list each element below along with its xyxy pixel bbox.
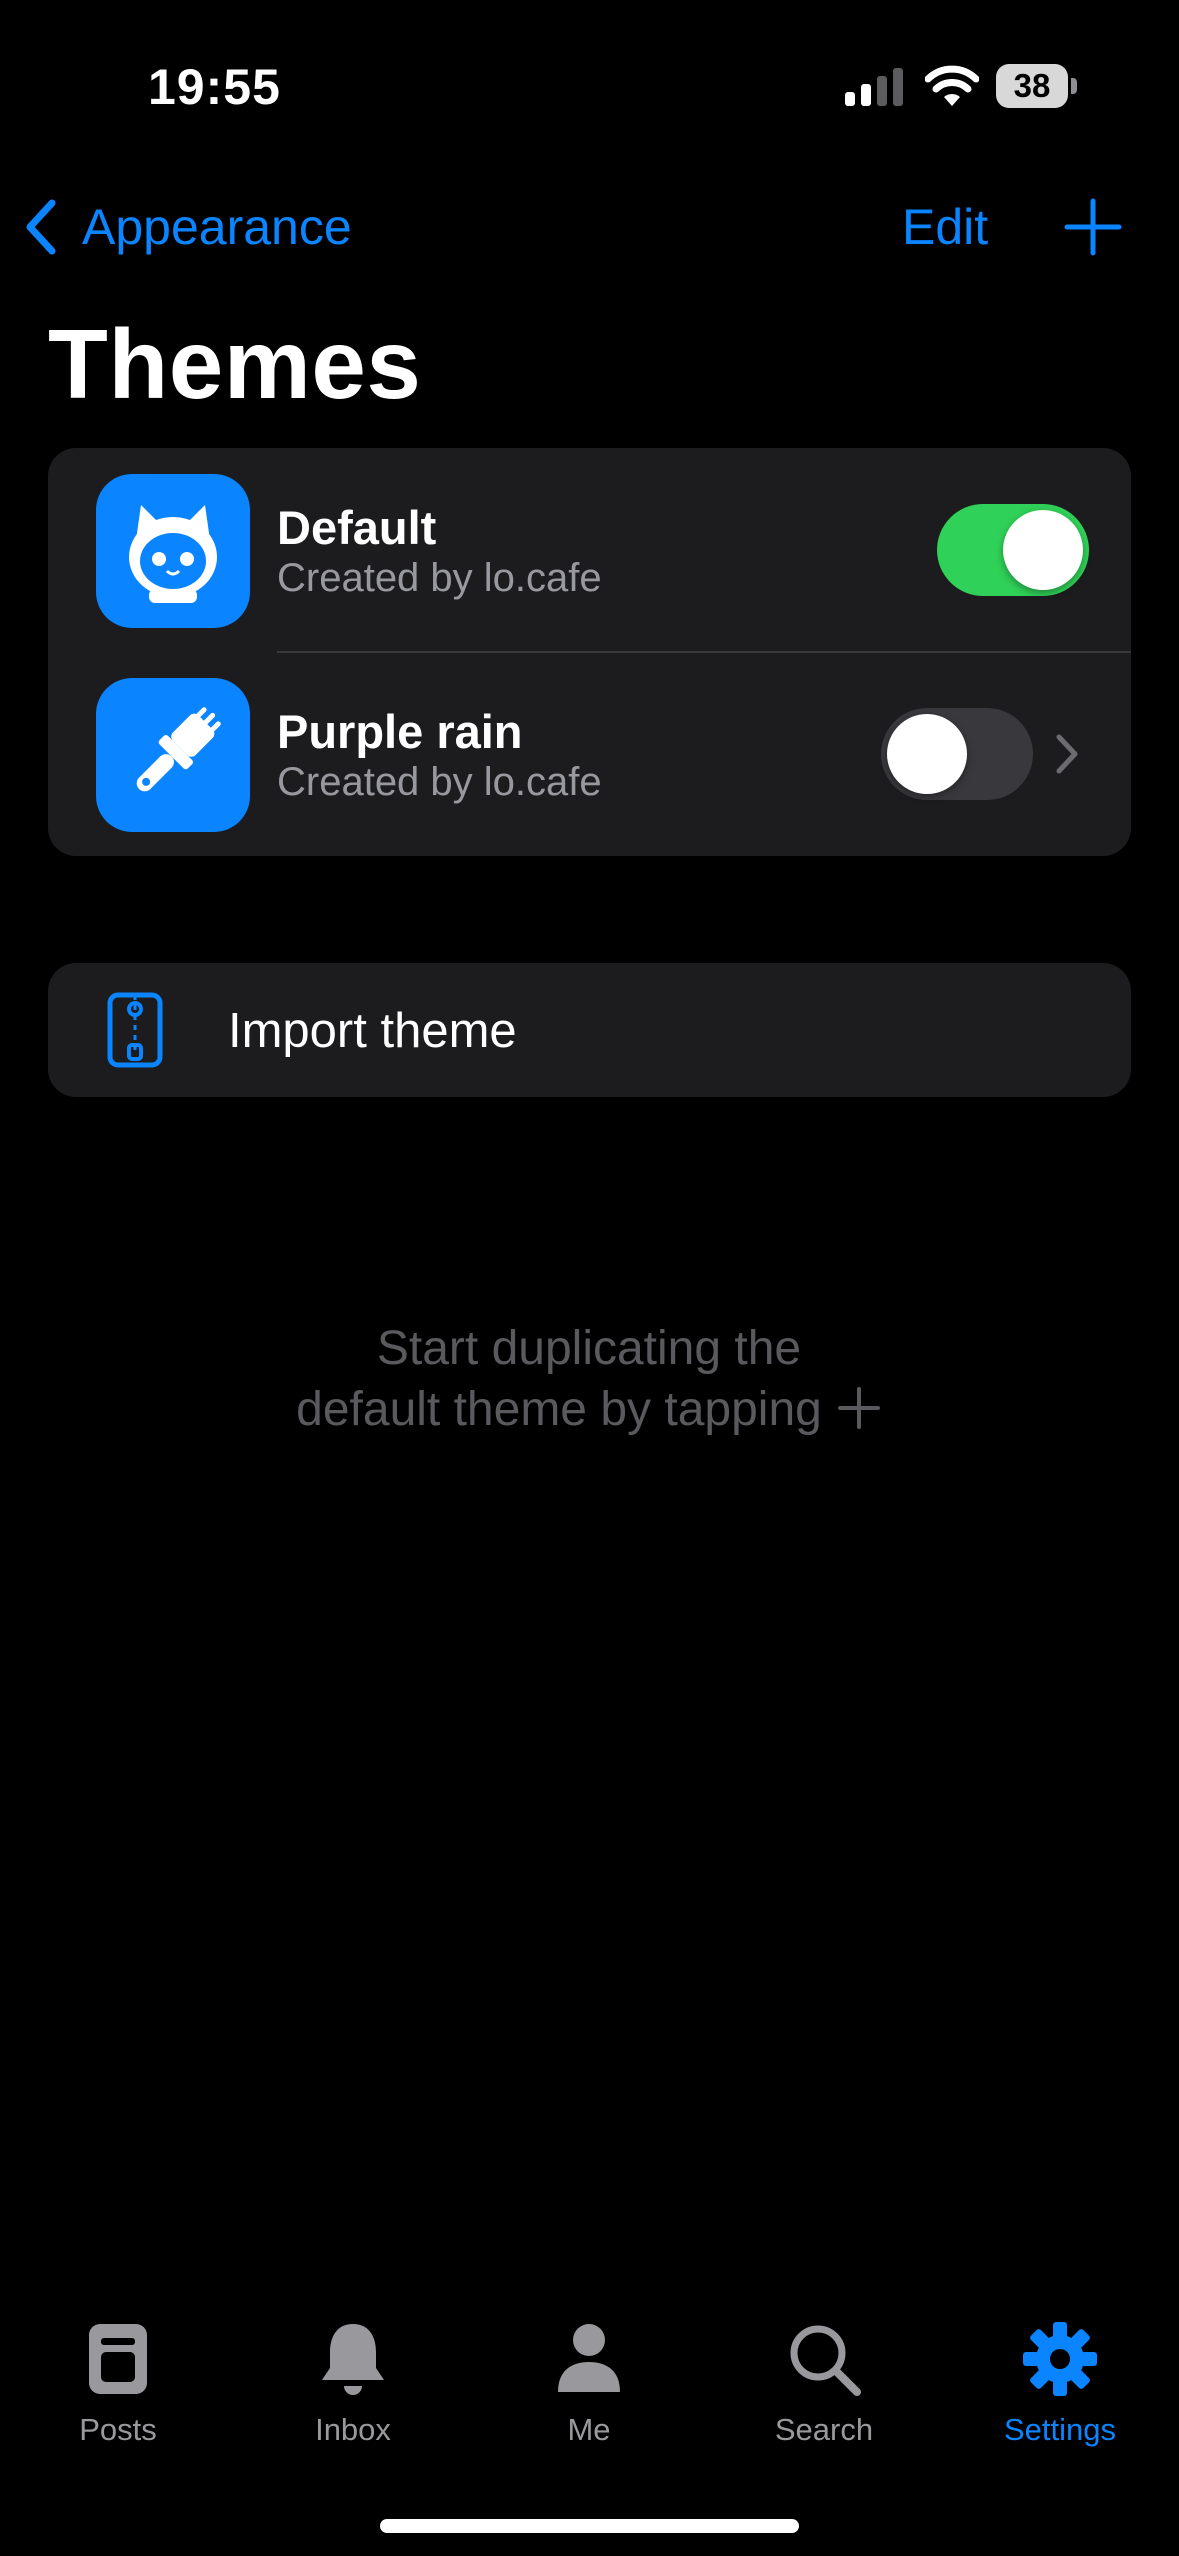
hint-line-1: Start duplicating the xyxy=(376,1322,802,1375)
hint-line-2: default theme by tapping xyxy=(189,1379,989,1440)
battery-indicator: 38 xyxy=(996,64,1078,108)
search-icon xyxy=(790,2325,861,2396)
theme-name: Purple rain xyxy=(277,705,523,758)
cat-astronaut-icon xyxy=(129,505,217,603)
battery-level: 38 xyxy=(996,64,1068,108)
tab-me[interactable]: Me xyxy=(489,2320,689,2448)
theme-icon xyxy=(96,474,250,628)
battery-tip xyxy=(1071,78,1077,94)
theme-icon xyxy=(96,678,250,832)
tab-posts[interactable]: Posts xyxy=(18,2320,218,2448)
plus-icon[interactable] xyxy=(1063,197,1123,257)
tab-label: Settings xyxy=(1003,2412,1116,2447)
import-theme-label: Import theme xyxy=(228,1004,517,1058)
theme-row-purple-rain[interactable]: Purple rain Created by lo.cafe xyxy=(48,652,1131,856)
posts-icon xyxy=(89,2324,147,2394)
theme-enabled-toggle[interactable] xyxy=(881,708,1033,800)
tab-settings[interactable]: Settings xyxy=(960,2320,1160,2448)
empty-state-hint: Start duplicating the default theme by t… xyxy=(189,1318,989,1440)
gear-icon xyxy=(1023,2322,1097,2396)
chevron-right-icon xyxy=(1056,734,1078,774)
toggle-knob xyxy=(887,714,967,794)
theme-enabled-toggle[interactable] xyxy=(937,504,1089,596)
themes-list: Default Created by lo.cafe Purple rain C… xyxy=(48,448,1131,856)
status-time: 19:55 xyxy=(148,59,281,115)
tab-label: Posts xyxy=(79,2412,157,2447)
paintbrush-icon xyxy=(136,707,221,792)
tab-label: Inbox xyxy=(315,2412,391,2447)
hint-line-2-text: default theme by tapping xyxy=(296,1383,822,1436)
chevron-left-icon xyxy=(26,199,56,255)
tab-label: Me xyxy=(567,2412,611,2447)
cellular-signal-icon xyxy=(845,68,903,106)
home-indicator xyxy=(380,2519,799,2533)
import-theme-button[interactable]: Import theme xyxy=(48,963,1131,1097)
theme-row-default[interactable]: Default Created by lo.cafe xyxy=(48,448,1131,652)
plus-icon xyxy=(837,1387,880,1429)
tab-search[interactable]: Search xyxy=(724,2320,924,2448)
theme-creator: Created by lo.cafe xyxy=(277,556,602,600)
page-title: Themes xyxy=(48,309,422,419)
tab-label: Search xyxy=(774,2412,874,2447)
edit-button[interactable]: Edit xyxy=(902,195,988,259)
back-button[interactable]: Appearance xyxy=(20,195,352,259)
tab-inbox[interactable]: Inbox xyxy=(253,2320,453,2448)
person-icon xyxy=(558,2324,620,2392)
bell-icon xyxy=(322,2324,384,2395)
theme-name: Default xyxy=(277,501,437,554)
back-label: Appearance xyxy=(82,199,352,255)
wifi-icon xyxy=(925,65,979,106)
theme-creator: Created by lo.cafe xyxy=(277,760,602,804)
toggle-knob xyxy=(1003,510,1083,590)
zip-file-icon xyxy=(107,992,163,1068)
